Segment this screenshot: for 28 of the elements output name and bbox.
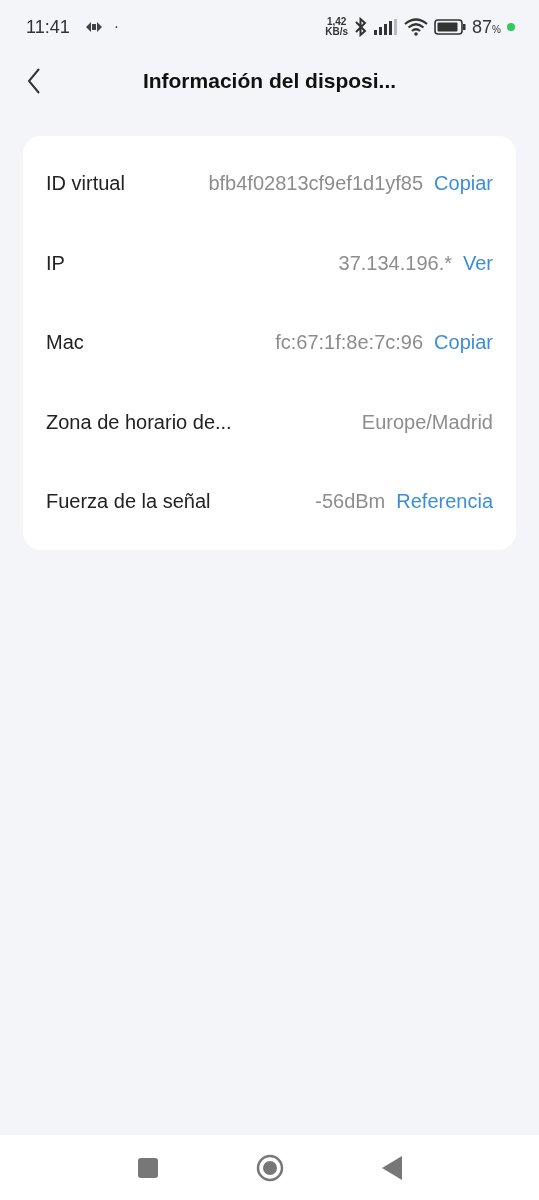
signal-icon: [374, 19, 399, 35]
row-label: Mac: [46, 331, 85, 355]
battery-icon: [434, 19, 467, 35]
home-icon[interactable]: [255, 1153, 284, 1182]
status-dot: ·: [113, 18, 120, 36]
recents-icon[interactable]: [137, 1157, 158, 1178]
row-label: Zona de horario de...: [46, 410, 233, 434]
status-time: 11:41: [26, 16, 70, 38]
row-value: 37.134.196.*: [338, 251, 452, 275]
row-value: bfb4f02813cf9ef1d1yf85: [208, 172, 424, 196]
row-label: ID virtual: [46, 172, 126, 196]
charging-dot: [507, 23, 515, 31]
action-link[interactable]: Ver: [462, 251, 493, 275]
row-label: Fuerza de la señal: [46, 490, 212, 514]
wifi-icon: [404, 18, 429, 36]
page-title: Información del disposi...: [142, 69, 397, 93]
back-icon[interactable]: [27, 68, 41, 94]
back-triangle-icon[interactable]: [381, 1155, 402, 1180]
action-link[interactable]: Copiar: [434, 172, 493, 196]
bluetooth-icon: [354, 17, 369, 37]
row-value: fc:67:1f:8e:7c:96: [275, 331, 424, 355]
battery-percent: 87%: [472, 16, 501, 38]
row-value: Europe/Madrid: [361, 410, 493, 434]
row-label: IP: [46, 251, 66, 275]
network-speed: 1,42 KB/s: [325, 17, 349, 37]
row-value: -56dBm: [315, 490, 386, 514]
action-link[interactable]: Copiar: [434, 331, 493, 355]
action-link[interactable]: Referencia: [396, 490, 493, 514]
